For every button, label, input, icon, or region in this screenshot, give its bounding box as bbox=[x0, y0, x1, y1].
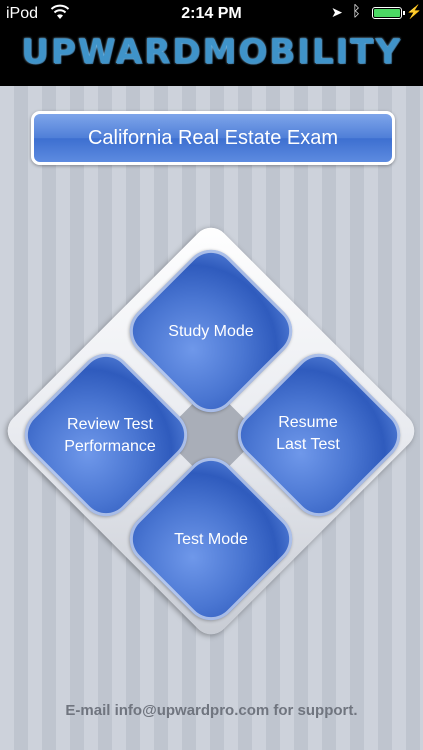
support-text: E-mail info@upwardpro.com for support. bbox=[65, 702, 358, 719]
mode-menu: Study Mode Resume Last Test Test Mode Re… bbox=[0, 0, 423, 750]
